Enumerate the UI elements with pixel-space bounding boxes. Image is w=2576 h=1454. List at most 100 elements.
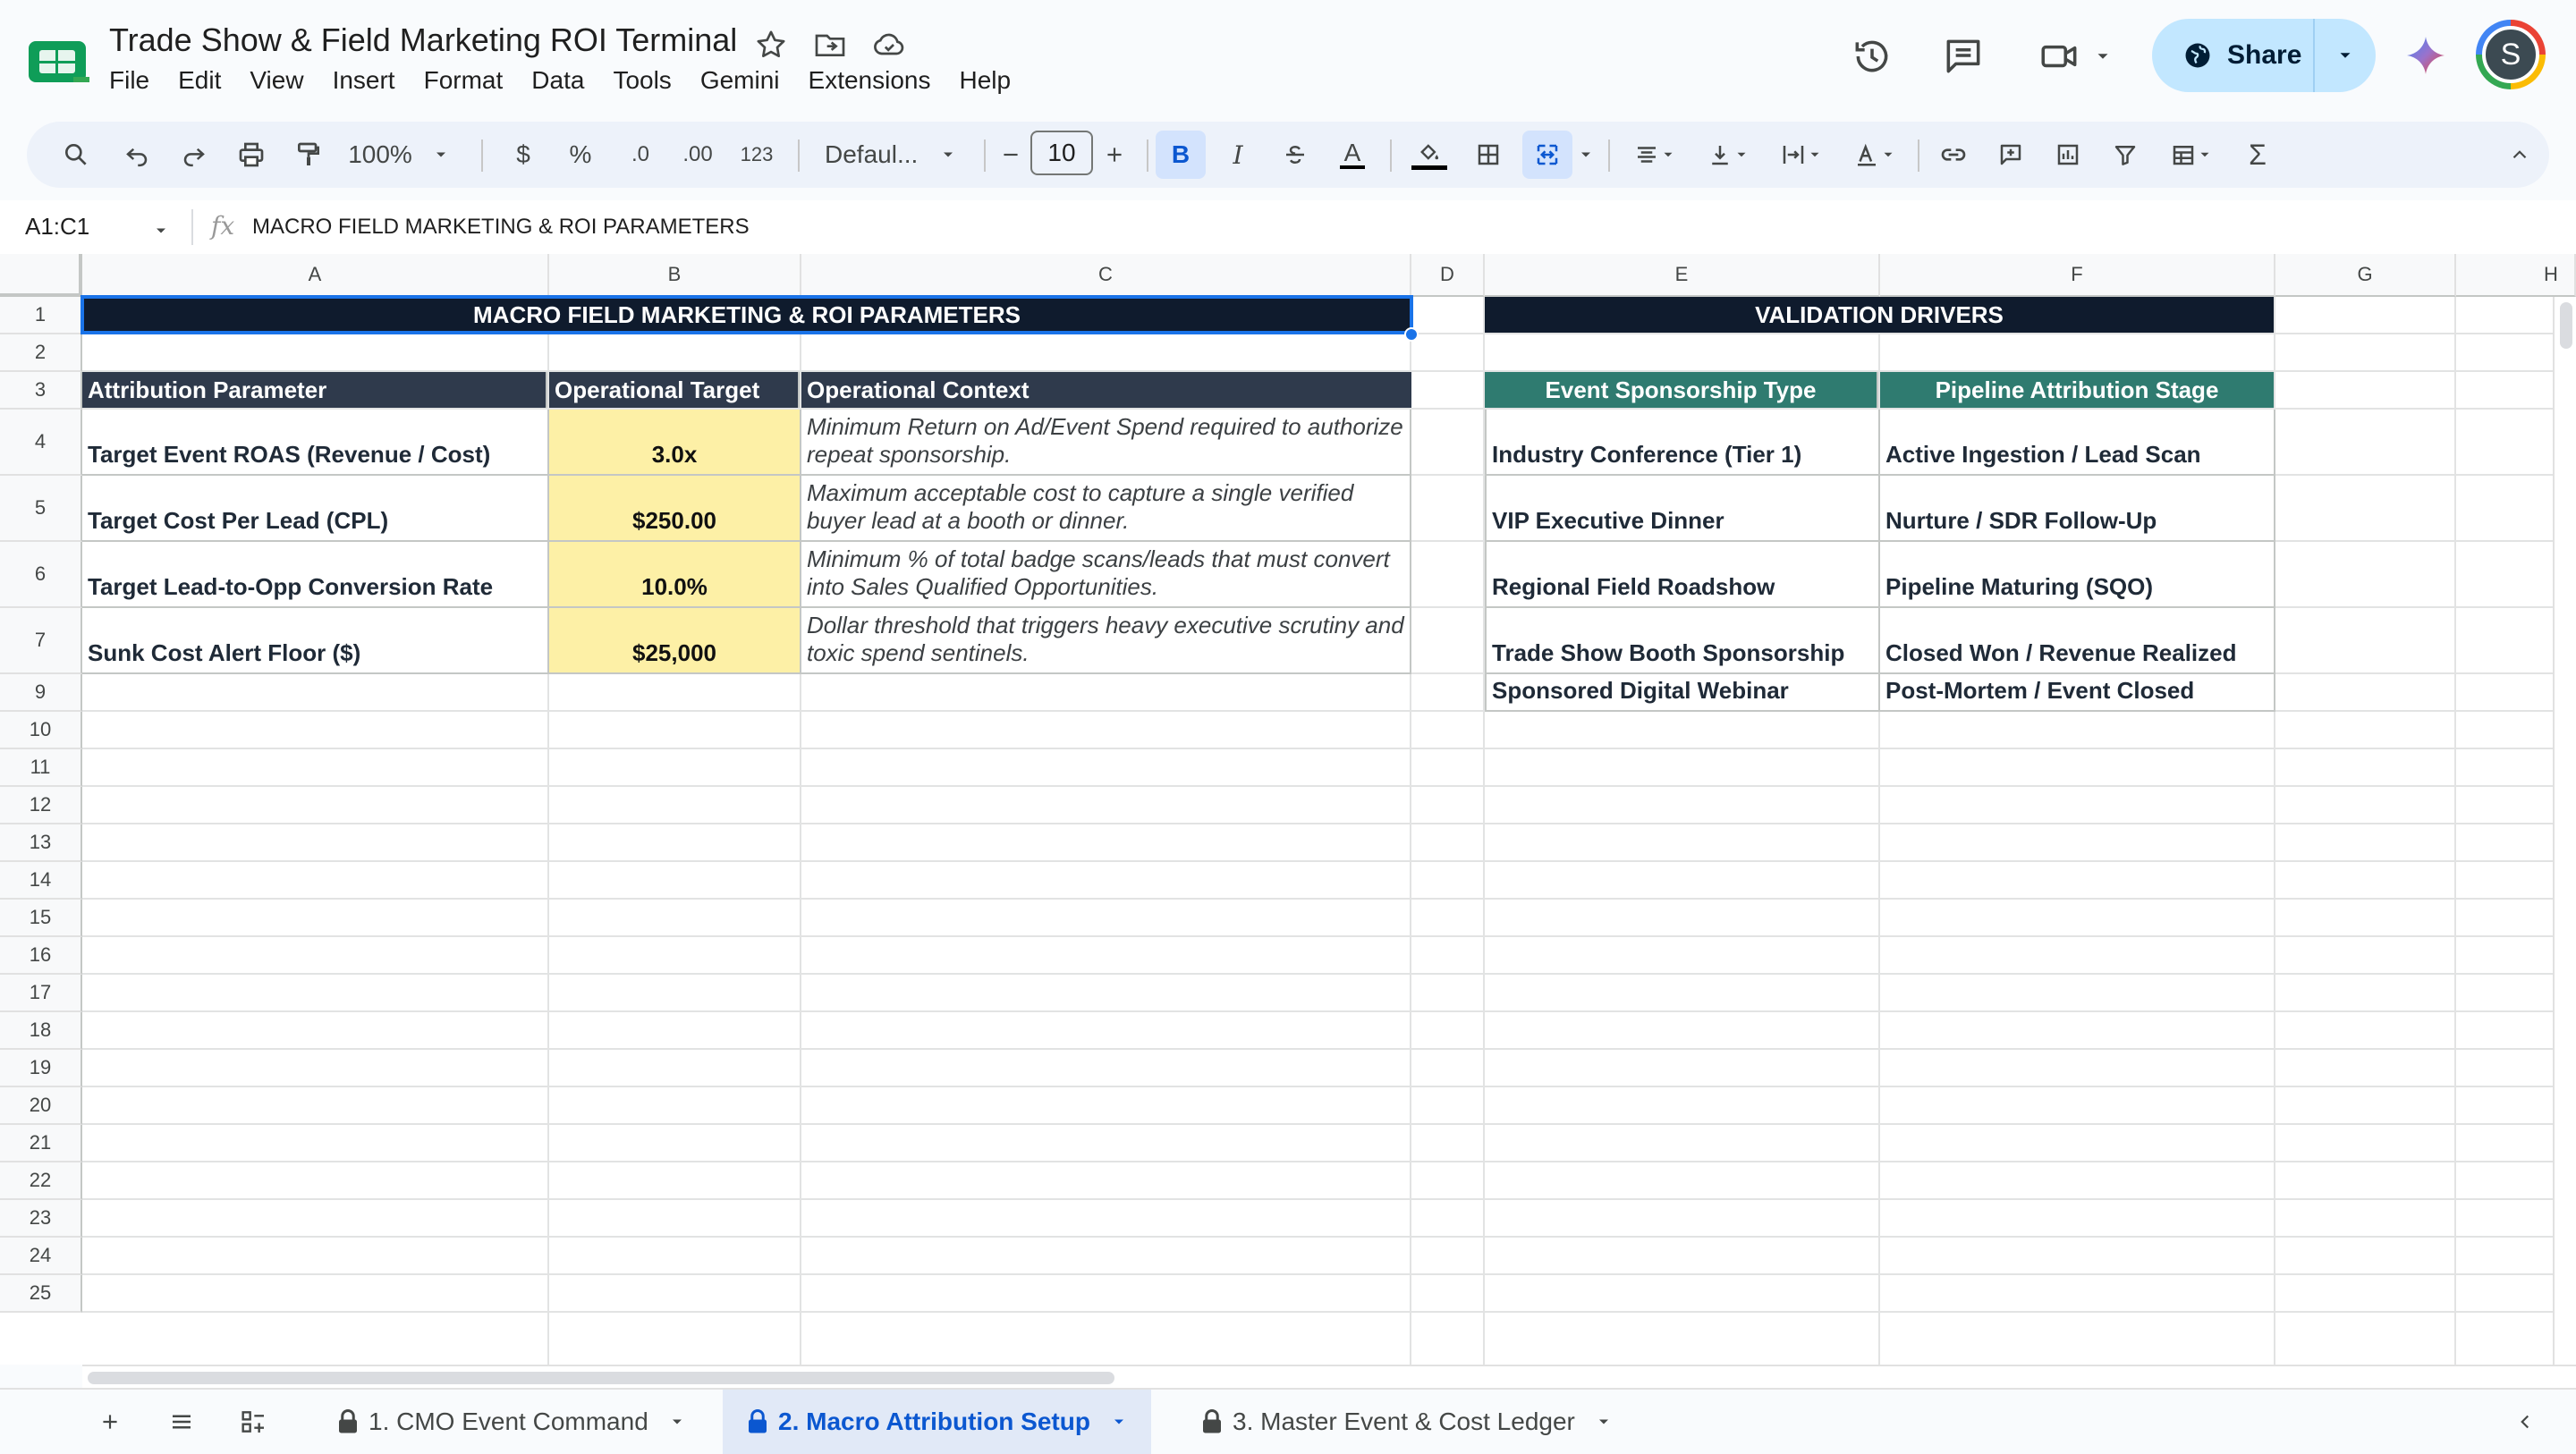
parameter-context-cell[interactable]: Dollar threshold that triggers heavy exe… <box>801 608 1411 674</box>
borders-icon[interactable] <box>1463 122 1513 188</box>
row-header[interactable]: 15 <box>0 900 82 937</box>
bold-button[interactable]: B <box>1156 131 1206 179</box>
text-rotation-icon[interactable] <box>1841 122 1909 188</box>
left-section-banner[interactable]: MACRO FIELD MARKETING & ROI PARAMETERS <box>82 297 1411 333</box>
row-header[interactable]: 1 <box>0 297 82 334</box>
column-header-d[interactable]: D <box>1411 254 1485 297</box>
merge-options-chevron-icon[interactable] <box>1572 122 1599 188</box>
side-panel-chevron-left-icon[interactable] <box>2504 1390 2546 1454</box>
search-menus-icon[interactable] <box>54 122 98 188</box>
paint-format-icon[interactable] <box>286 122 331 188</box>
horizontal-scrollbar[interactable] <box>82 1365 2576 1388</box>
header-operational-target[interactable]: Operational Target <box>549 372 800 408</box>
menu-data[interactable]: Data <box>531 66 613 95</box>
zoom-select[interactable]: 100% <box>345 122 453 188</box>
account-avatar[interactable]: S <box>2476 20 2546 89</box>
share-main-button[interactable]: Share <box>2152 19 2315 92</box>
more-formats-button[interactable]: 123 <box>730 122 784 188</box>
chevron-down-icon[interactable] <box>668 1413 686 1431</box>
row-header[interactable]: 6 <box>0 542 82 608</box>
parameter-target-cell[interactable]: 3.0x <box>549 410 801 476</box>
column-header-g[interactable]: G <box>2275 254 2456 297</box>
horizontal-align-icon[interactable] <box>1621 122 1689 188</box>
strikethrough-icon[interactable] <box>1270 122 1320 188</box>
row-header[interactable]: 5 <box>0 476 82 542</box>
table-view-icon[interactable] <box>2157 122 2225 188</box>
name-box[interactable]: A1:C1 <box>25 213 89 241</box>
decrease-font-size-icon[interactable] <box>995 122 1027 188</box>
parameter-name-cell[interactable]: Target Event ROAS (Revenue / Cost) <box>82 410 549 476</box>
menu-help[interactable]: Help <box>959 66 1039 95</box>
attribution-stage-cell[interactable]: Post-Mortem / Event Closed <box>1880 674 2275 712</box>
formula-input[interactable]: MACRO FIELD MARKETING & ROI PARAMETERS <box>252 215 750 240</box>
sheet-tab-cmo-event-command[interactable]: 1. CMO Event Command <box>313 1390 709 1454</box>
parameter-context-cell[interactable]: Maximum acceptable cost to capture a sin… <box>801 476 1411 542</box>
header-operational-context[interactable]: Operational Context <box>801 372 1411 408</box>
font-size-input[interactable]: 10 <box>1030 131 1093 175</box>
text-wrapping-icon[interactable] <box>1767 122 1835 188</box>
undo-icon[interactable] <box>114 122 159 188</box>
row-header[interactable]: 24 <box>0 1238 82 1275</box>
increase-font-size-icon[interactable] <box>1098 122 1131 188</box>
format-percent-button[interactable]: % <box>558 122 603 188</box>
row-header[interactable]: 25 <box>0 1275 82 1313</box>
parameter-name-cell[interactable]: Target Lead-to-Opp Conversion Rate <box>82 542 549 608</box>
menu-tools[interactable]: Tools <box>613 66 699 95</box>
sponsorship-type-cell[interactable]: Industry Conference (Tier 1) <box>1485 410 1880 476</box>
menu-extensions[interactable]: Extensions <box>809 66 960 95</box>
star-icon[interactable] <box>753 27 789 63</box>
gemini-spark-icon[interactable] <box>2404 34 2447 77</box>
row-header[interactable]: 2 <box>0 334 82 372</box>
menu-gemini[interactable]: Gemini <box>700 66 809 95</box>
menu-edit[interactable]: Edit <box>178 66 250 95</box>
sponsorship-type-cell[interactable]: Sponsored Digital Webinar <box>1485 674 1880 712</box>
menu-format[interactable]: Format <box>424 66 532 95</box>
fill-color-icon[interactable] <box>1404 122 1454 188</box>
format-currency-button[interactable]: $ <box>501 122 546 188</box>
share-options-button[interactable] <box>2315 19 2376 92</box>
hide-menus-chevron-up-icon[interactable] <box>2497 122 2542 188</box>
sheet-tab-master-event-cost-ledger[interactable]: 3. Master Event & Cost Ledger <box>1177 1390 1636 1454</box>
menu-view[interactable]: View <box>250 66 332 95</box>
right-section-banner[interactable]: VALIDATION DRIVERS <box>1485 297 2274 333</box>
attribution-stage-cell[interactable]: Pipeline Maturing (SQO) <box>1880 542 2275 608</box>
vertical-scroll-thumb[interactable] <box>2560 302 2572 349</box>
sponsorship-type-cell[interactable]: VIP Executive Dinner <box>1485 476 1880 542</box>
spreadsheet-grid[interactable]: A B C D E F G H 123456789101112131415161… <box>0 254 2576 1365</box>
meet-video-icon[interactable] <box>2038 34 2082 79</box>
row-header[interactable]: 16 <box>0 937 82 975</box>
row-header[interactable]: 13 <box>0 824 82 862</box>
header-pipeline-attribution-stage[interactable]: Pipeline Attribution Stage <box>1880 372 2274 408</box>
select-all-corner[interactable] <box>0 254 82 297</box>
merge-cells-icon[interactable] <box>1522 131 1572 179</box>
row-header[interactable]: 3 <box>0 372 82 410</box>
redo-icon[interactable] <box>172 122 216 188</box>
cloud-saved-icon[interactable] <box>871 27 907 63</box>
vertical-scrollbar[interactable] <box>2553 297 2576 1365</box>
row-header[interactable]: 20 <box>0 1087 82 1125</box>
row-header[interactable]: 23 <box>0 1200 82 1238</box>
add-sheet-icon[interactable] <box>89 1390 131 1454</box>
row-header[interactable]: 17 <box>0 975 82 1012</box>
move-to-folder-icon[interactable] <box>812 27 848 63</box>
row-header[interactable]: 22 <box>0 1162 82 1200</box>
row-header[interactable]: 10 <box>0 712 82 749</box>
sheets-logo-icon[interactable] <box>27 38 91 86</box>
vertical-align-icon[interactable] <box>1694 122 1762 188</box>
column-header-b[interactable]: B <box>549 254 801 297</box>
document-title[interactable]: Trade Show & Field Marketing ROI Termina… <box>109 21 737 59</box>
row-header[interactable]: 14 <box>0 862 82 900</box>
font-family-select[interactable]: Defaul... <box>812 122 973 188</box>
row-header[interactable]: 21 <box>0 1125 82 1162</box>
row-header[interactable]: 9 <box>0 674 82 712</box>
column-header-c[interactable]: C <box>801 254 1411 297</box>
chevron-down-icon[interactable] <box>2093 46 2113 66</box>
attribution-stage-cell[interactable]: Active Ingestion / Lead Scan <box>1880 410 2275 476</box>
italic-button[interactable]: I <box>1213 122 1263 188</box>
attribution-stage-cell[interactable]: Nurture / SDR Follow-Up <box>1880 476 2275 542</box>
column-header-e[interactable]: E <box>1485 254 1880 297</box>
decrease-decimal-button[interactable]: .0 <box>615 122 665 188</box>
column-header-h[interactable]: H <box>2456 254 2576 297</box>
increase-decimal-button[interactable]: .00 <box>673 122 723 188</box>
insert-link-icon[interactable] <box>1928 122 1979 188</box>
